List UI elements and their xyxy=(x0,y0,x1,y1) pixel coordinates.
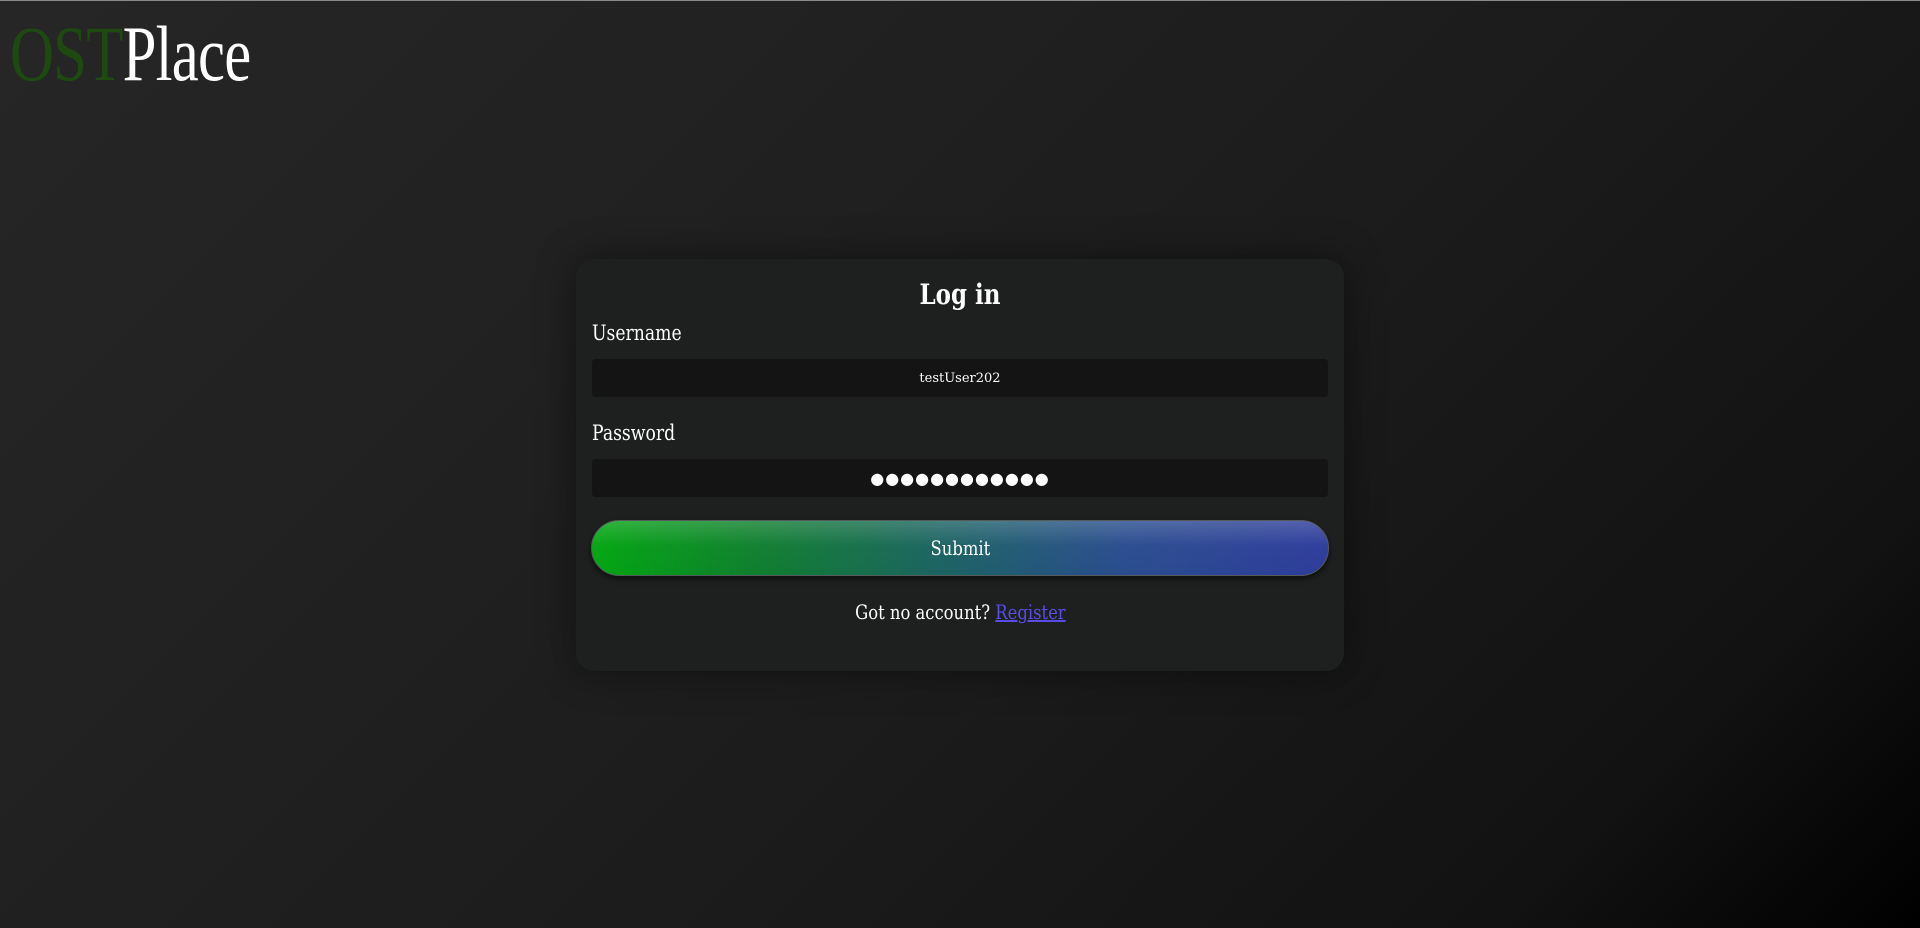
app-logo[interactable]: OSTPlace xyxy=(10,15,251,93)
register-link[interactable]: Register xyxy=(995,600,1065,624)
register-prompt-text: Got no account? xyxy=(854,600,990,624)
password-label: Password xyxy=(592,421,676,445)
submit-button[interactable]: Submit xyxy=(591,520,1329,576)
login-card: Log in Username Password Submit Got no a… xyxy=(576,259,1344,671)
username-label: Username xyxy=(592,321,682,345)
login-title: Log in xyxy=(919,278,1001,311)
submit-button-label: Submit xyxy=(930,536,990,560)
password-input[interactable] xyxy=(592,459,1328,497)
logo-text-place: Place xyxy=(122,10,252,97)
register-prompt-line: Got no account? Register xyxy=(592,600,1328,624)
username-input[interactable] xyxy=(592,359,1328,397)
logo-text-ost: OST xyxy=(10,10,123,97)
